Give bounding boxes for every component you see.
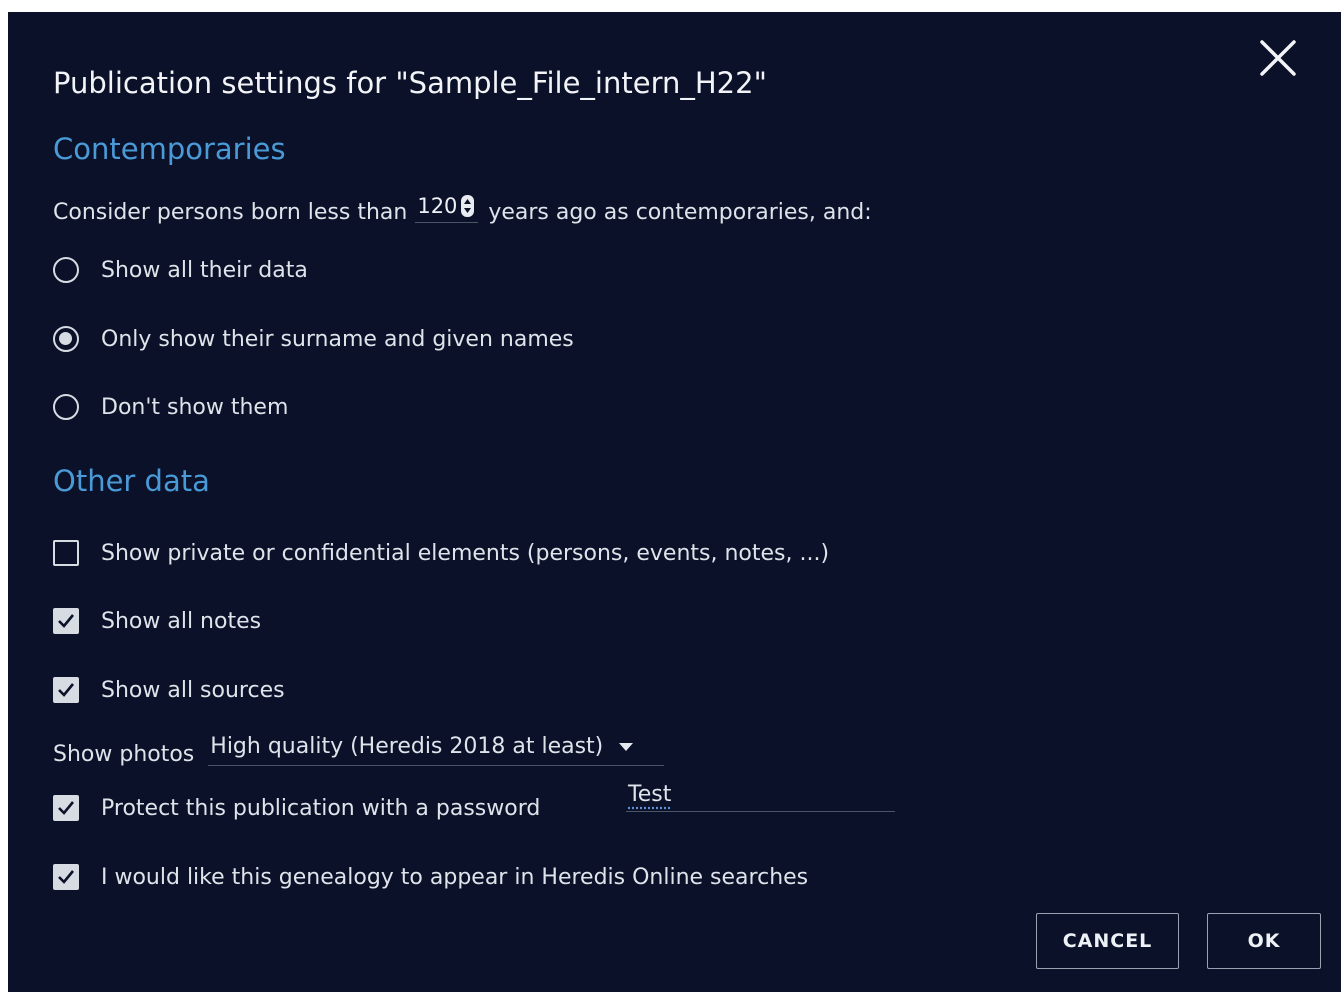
checkmark-icon (58, 683, 75, 697)
radio-button[interactable] (53, 394, 79, 420)
dialog-title: Publication settings for "Sample_File_in… (53, 66, 767, 100)
password-value[interactable]: Test (628, 782, 671, 807)
checkbox-checked[interactable] (53, 864, 79, 890)
checkmark-icon (58, 614, 75, 628)
photos-row: Show photos High quality (Heredis 2018 a… (53, 734, 665, 770)
checkbox-label: Show all notes (101, 608, 262, 634)
checkbox-checked[interactable] (53, 677, 79, 703)
checkbox-row-password[interactable]: Protect this publication with a password (53, 795, 540, 821)
photos-quality-select[interactable]: High quality (Heredis 2018 at least) (208, 734, 665, 766)
years-number-field[interactable] (415, 194, 479, 223)
radio-button[interactable] (53, 257, 79, 283)
chevron-down-icon (619, 742, 634, 751)
threshold-prefix: Consider persons born less than (53, 200, 408, 225)
photos-label: Show photos (53, 741, 195, 767)
years-input[interactable] (417, 194, 462, 218)
radio-label: Only show their surname and given names (101, 326, 574, 352)
cancel-button[interactable]: CANCEL (1036, 913, 1179, 969)
checkbox-checked[interactable] (53, 795, 79, 821)
checkbox-row-notes[interactable]: Show all notes (53, 608, 261, 634)
checkbox-row-searches[interactable]: I would like this genealogy to appear in… (53, 864, 808, 890)
close-icon[interactable] (1256, 36, 1300, 80)
radio-option-show-all[interactable]: Show all their data (53, 257, 308, 283)
section-heading-other-data: Other data (53, 464, 210, 498)
section-heading-contemporaries: Contemporaries (53, 132, 286, 166)
checkbox-unchecked[interactable] (53, 540, 79, 566)
radio-button-selected[interactable] (53, 326, 79, 352)
contemporaries-threshold-row: Consider persons born less than years ag… (53, 194, 872, 227)
photos-selected-value: High quality (Heredis 2018 at least) (210, 734, 604, 759)
radio-label: Show all their data (101, 257, 308, 283)
radio-option-dont-show[interactable]: Don't show them (53, 394, 288, 420)
password-field[interactable]: Test (626, 782, 895, 812)
radio-option-names-only[interactable]: Only show their surname and given names (53, 326, 574, 352)
checkmark-icon (58, 801, 75, 815)
checkbox-row-private[interactable]: Show private or confidential elements (p… (53, 540, 829, 566)
ok-button[interactable]: OK (1207, 913, 1321, 969)
checkbox-label: Show all sources (101, 677, 285, 703)
checkbox-label: Protect this publication with a password (101, 795, 541, 821)
checkbox-row-sources[interactable]: Show all sources (53, 677, 285, 703)
threshold-suffix: years ago as contemporaries, and: (488, 200, 872, 225)
checkbox-label: Show private or confidential elements (p… (101, 540, 830, 566)
checkmark-icon (58, 870, 75, 884)
radio-label: Don't show them (101, 394, 289, 420)
spinner-icon[interactable] (461, 195, 475, 217)
publication-settings-dialog: Publication settings for "Sample_File_in… (8, 12, 1341, 992)
checkbox-label: I would like this genealogy to appear in… (101, 864, 809, 890)
checkbox-checked[interactable] (53, 608, 79, 634)
